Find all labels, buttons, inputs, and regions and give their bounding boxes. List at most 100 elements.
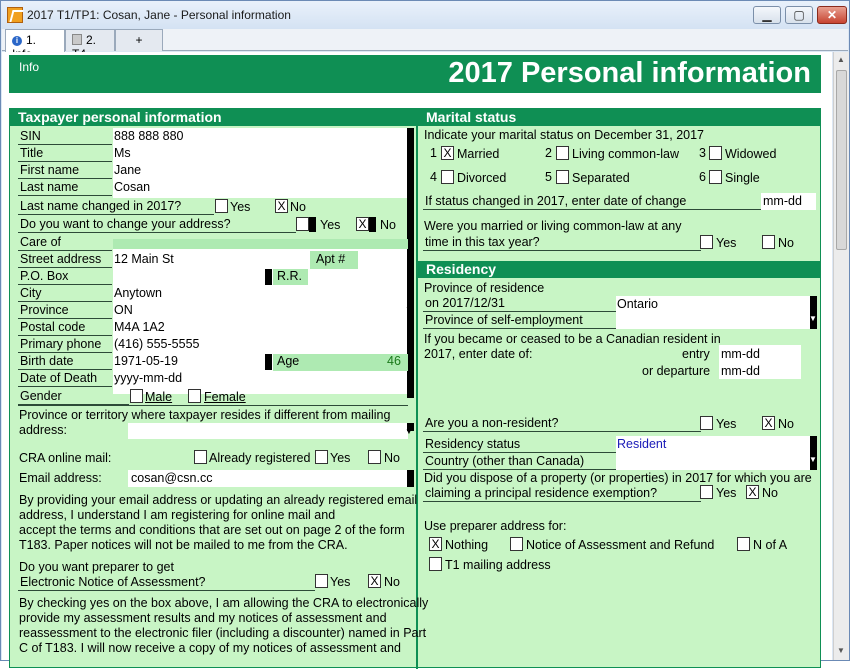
care-of-field[interactable]: [113, 239, 408, 249]
preparer-label-2: Electronic Notice of Assessment?: [18, 575, 315, 591]
nonres-no-checkbox[interactable]: X: [762, 416, 775, 430]
cra-mail-label: CRA online mail:: [19, 451, 112, 465]
apt-label: Apt #: [316, 252, 346, 266]
residency-status-label: Residency status: [423, 437, 616, 453]
status-change-field[interactable]: mm-dd: [763, 194, 802, 208]
self-employment-label: Province of self-employment: [423, 313, 616, 329]
sin-field[interactable]: 888 888 880: [114, 129, 184, 143]
close-button[interactable]: ✕: [817, 6, 847, 24]
prep-note-2: provide my assessment results and my not…: [19, 611, 387, 625]
nonres-yes-checkbox[interactable]: [700, 416, 713, 430]
t1-mailing-label: T1 mailing address: [445, 558, 551, 572]
cra-yes-checkbox[interactable]: [315, 450, 328, 464]
cra-no-checkbox[interactable]: [368, 450, 381, 464]
page-banner: Info 2017 Personal information: [9, 55, 821, 93]
ceased-label-2: 2017, enter date of:: [424, 347, 533, 361]
email-field[interactable]: cosan@csn.cc: [131, 471, 212, 485]
already-registered-checkbox[interactable]: [194, 450, 207, 464]
city-field[interactable]: Anytown: [114, 286, 162, 300]
form-content: Info 2017 Personal information Taxpayer …: [2, 52, 832, 669]
prep-no-label: No: [384, 575, 400, 589]
death-date-field[interactable]: yyyy-mm-dd: [114, 371, 182, 385]
phone-label: Primary phone: [18, 337, 112, 353]
birth-date-field[interactable]: 1971-05-19: [114, 354, 178, 368]
email-marker: [407, 470, 414, 487]
info-icon: i: [12, 36, 22, 46]
address-change-label: Do you want to change your address?: [18, 217, 296, 233]
prov-diff-marker: [407, 423, 414, 431]
noa-refund-checkbox[interactable]: [510, 537, 523, 551]
noa-refund-label: Notice of Assessment and Refund: [526, 538, 715, 552]
addr-yes-checkbox[interactable]: [296, 217, 309, 231]
nofa-checkbox[interactable]: [737, 537, 750, 551]
nothing-checkbox[interactable]: X: [429, 537, 442, 551]
street-field[interactable]: 12 Main St: [114, 252, 174, 266]
document-icon: [72, 34, 82, 45]
cra-yes-label: Yes: [330, 451, 351, 465]
last-name-field[interactable]: Cosan: [114, 180, 150, 194]
tab-info[interactable]: i1. Info: [5, 29, 65, 61]
tab-add[interactable]: +: [115, 29, 163, 51]
widowed-checkbox[interactable]: [709, 146, 722, 160]
departure-field[interactable]: mm-dd: [721, 364, 760, 378]
prep-no-checkbox[interactable]: X: [368, 574, 381, 588]
scroll-thumb[interactable]: [836, 70, 847, 250]
lnc-no-checkbox[interactable]: X: [275, 199, 288, 213]
postal-field[interactable]: M4A 1A2: [114, 320, 165, 334]
addr-yes-marker: [309, 217, 316, 232]
rr-marker: [265, 269, 272, 285]
dispose-yes-checkbox[interactable]: [700, 485, 713, 499]
prov-diff-label-2: address:: [19, 423, 67, 437]
age-value: 46: [387, 354, 401, 368]
nofa-label: N of A: [753, 538, 788, 552]
nonres-yes-label: Yes: [716, 417, 737, 431]
age-label: Age: [277, 354, 300, 368]
prov-res-marker: [810, 296, 817, 329]
prov-res-field[interactable]: Ontario: [617, 297, 658, 311]
title-bar[interactable]: 2017 T1/TP1: Cosan, Jane - Personal info…: [1, 1, 849, 29]
title-field[interactable]: Ms: [114, 146, 131, 160]
t1-mailing-checkbox[interactable]: [429, 557, 442, 571]
vertical-scrollbar[interactable]: ▲ ▼: [833, 52, 849, 660]
prov-res-dropdown-icon[interactable]: ▼: [809, 314, 817, 323]
common-law-checkbox[interactable]: [556, 146, 569, 160]
scroll-up-icon[interactable]: ▲: [837, 55, 845, 64]
marital-section-header: Marital status: [418, 109, 820, 126]
female-checkbox[interactable]: [188, 389, 201, 403]
single-checkbox[interactable]: [709, 170, 722, 184]
province-dropdown-icon[interactable]: ▼: [405, 305, 413, 314]
scroll-down-icon[interactable]: ▼: [837, 646, 845, 655]
widowed-label: Widowed: [725, 147, 777, 161]
male-checkbox[interactable]: [130, 389, 143, 403]
marital-intro: Indicate your marital status on December…: [424, 128, 705, 142]
divorced-checkbox[interactable]: [441, 170, 454, 184]
first-name-field[interactable]: Jane: [114, 163, 141, 177]
tab-t4[interactable]: 2. T4: [65, 29, 115, 61]
use-preparer-label: Use preparer address for:: [424, 519, 567, 533]
marital-num-3: 3: [699, 146, 706, 160]
lnc-yes-label: Yes: [230, 200, 251, 214]
nonres-no-label: No: [778, 417, 794, 431]
separated-checkbox[interactable]: [556, 170, 569, 184]
province-field[interactable]: ON: [114, 303, 133, 317]
residency-status-field[interactable]: Resident: [617, 437, 666, 451]
prov-diff-label-1: Province or territory where taxpayer res…: [19, 408, 391, 422]
prep-yes-checkbox[interactable]: [315, 574, 328, 588]
prov-diff-field[interactable]: [128, 423, 408, 439]
lnc-yes-checkbox[interactable]: [215, 199, 228, 213]
minimize-button[interactable]: ▁: [753, 6, 781, 24]
entry-field[interactable]: mm-dd: [721, 347, 760, 361]
tab-bar: i1. Info 2. T4 +: [2, 29, 848, 61]
residency-dropdown-icon[interactable]: ▼: [809, 455, 817, 464]
married-checkbox[interactable]: X: [441, 146, 454, 160]
married-yes-checkbox[interactable]: [700, 235, 713, 249]
married-no-checkbox[interactable]: [762, 235, 775, 249]
addr-no-checkbox[interactable]: X: [356, 217, 369, 231]
dispose-no-checkbox[interactable]: X: [746, 485, 759, 499]
already-registered-label: Already registered: [209, 451, 311, 465]
residency-status-marker: [810, 436, 817, 470]
email-note-1: By providing your email address or updat…: [19, 493, 418, 507]
last-name-label: Last name: [18, 180, 112, 196]
maximize-button[interactable]: ▢: [785, 6, 813, 24]
phone-field[interactable]: (416) 555-5555: [114, 337, 199, 351]
